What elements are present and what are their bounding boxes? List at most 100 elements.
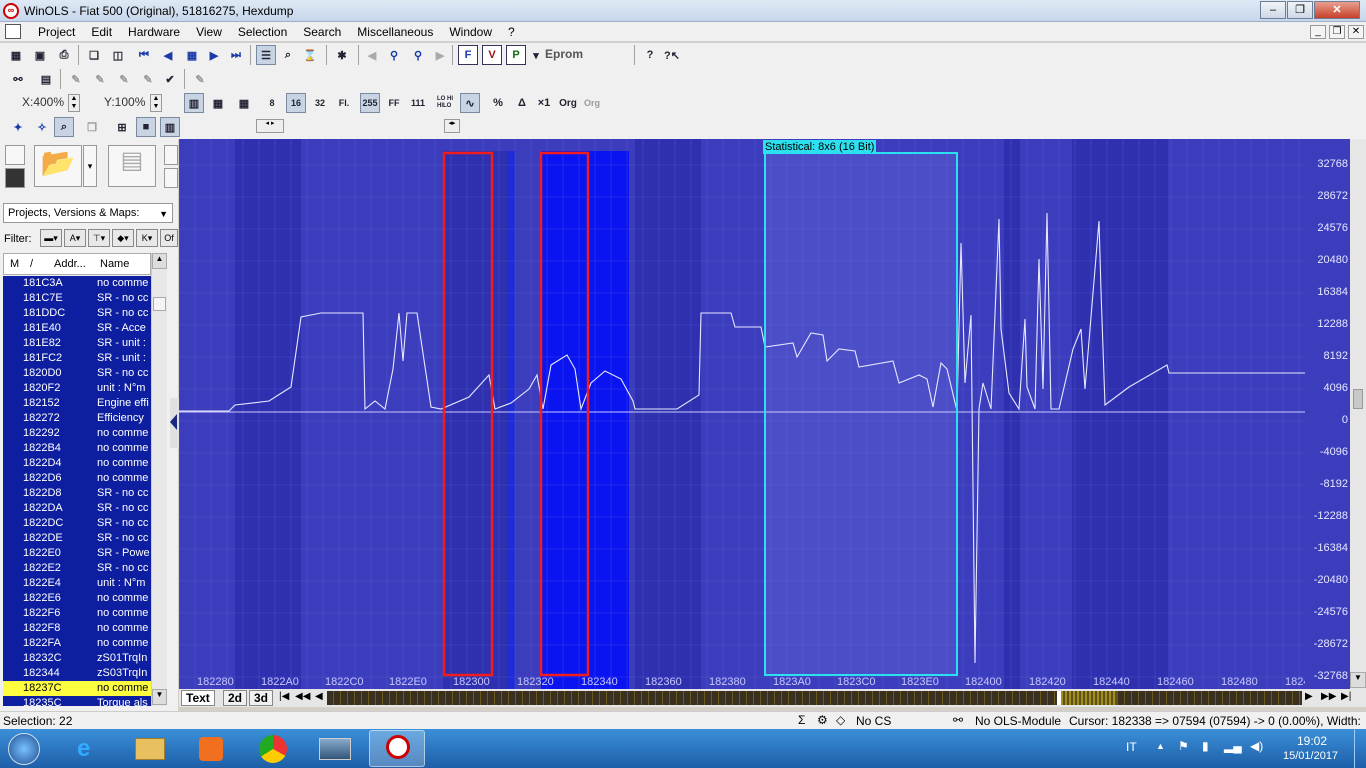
map-list-item[interactable]: 181FC2 SR - unit :: [3, 351, 151, 366]
winols-task-icon[interactable]: [369, 730, 425, 767]
map-list-item[interactable]: 18237C no comme: [3, 681, 151, 696]
map-list-item[interactable]: 182344 zS03TrqIn: [3, 666, 151, 681]
map-list-item[interactable]: 181DDC SR - no cc: [3, 306, 151, 321]
hexdump-graph[interactable]: [179, 139, 1305, 689]
mdi-minimize-button[interactable]: _: [1310, 25, 1326, 39]
map-list-item[interactable]: 1822DC SR - no cc: [3, 516, 151, 531]
delta-icon[interactable]: Δ: [512, 93, 532, 113]
map-list-item[interactable]: 1822F8 no comme: [3, 621, 151, 636]
map-list-item[interactable]: 1822E0 SR - Powe: [3, 546, 151, 561]
filter-kk-button[interactable]: K▾: [136, 229, 158, 247]
chevron-down-icon[interactable]: ▾: [526, 45, 546, 65]
back-icon[interactable]: ◀: [362, 45, 382, 65]
list-view-icon[interactable]: ☰: [256, 45, 276, 65]
width-16-button[interactable]: 16: [286, 93, 306, 113]
filter-off-button[interactable]: Of: [160, 229, 178, 247]
hex-button[interactable]: FF: [384, 93, 404, 113]
grid-icon[interactable]: ▦: [182, 45, 202, 65]
filter-all-button[interactable]: ▬▾: [40, 229, 62, 247]
magic-icon[interactable]: ✧: [32, 117, 52, 137]
context-help-icon[interactable]: ?↖: [662, 45, 682, 65]
map-list-item[interactable]: 1822FA no comme: [3, 636, 151, 651]
row-spinner[interactable]: ◂▸: [444, 119, 460, 133]
search-prev-icon[interactable]: ⚲: [384, 45, 404, 65]
print-icon[interactable]: ⎙: [54, 45, 74, 65]
mdi-close-button[interactable]: ✕: [1348, 25, 1364, 39]
file-f-icon[interactable]: F: [458, 45, 478, 65]
hilo-button[interactable]: LO HI HILO: [436, 93, 458, 113]
map-list-item[interactable]: 181E40 SR - Acce: [3, 321, 151, 336]
map-list-scrollbar[interactable]: ▲ ▼: [151, 253, 167, 706]
tab-3d[interactable]: 3d: [249, 690, 274, 706]
winols-logo-icon[interactable]: ∞: [3, 3, 19, 19]
map-list-item[interactable]: 1822B4 no comme: [3, 441, 151, 456]
grid-view-icon[interactable]: ▦: [234, 93, 254, 113]
projects-combo[interactable]: Projects, Versions & Maps: ▼: [3, 203, 173, 223]
map-list-item[interactable]: 1822E2 SR - no cc: [3, 561, 151, 576]
y-zoom[interactable]: Y:100%: [104, 95, 145, 109]
collapse-arrow-icon[interactable]: [170, 414, 177, 430]
save-icon[interactable]: ▣: [30, 45, 50, 65]
filter-type-button[interactable]: ⊤▾: [88, 229, 110, 247]
vertical-scrollbar[interactable]: ▼: [1350, 139, 1366, 689]
chrome-icon[interactable]: [245, 730, 301, 767]
verify-icon[interactable]: ✎: [114, 69, 134, 89]
color-map-icon[interactable]: ■: [136, 117, 156, 137]
media-player-icon[interactable]: [183, 730, 239, 767]
col-addr[interactable]: Addr...: [48, 258, 94, 270]
forward-icon[interactable]: ▶: [430, 45, 450, 65]
scroll-forward-icon[interactable]: ▶: [1305, 691, 1313, 702]
filter-text-button[interactable]: A▾: [64, 229, 86, 247]
image-viewer-icon[interactable]: [307, 730, 363, 767]
open-project-icon[interactable]: 📂: [34, 145, 82, 187]
diamond-icon[interactable]: ◇: [836, 713, 845, 727]
col-sort[interactable]: /: [24, 258, 48, 270]
map-list-item[interactable]: 182152 Engine effi: [3, 396, 151, 411]
menu-item[interactable]: ?: [500, 25, 523, 39]
menu-item[interactable]: Edit: [83, 25, 120, 39]
width-8-button[interactable]: 8: [262, 93, 282, 113]
table-view-icon[interactable]: ▦: [208, 93, 228, 113]
tab-2d[interactable]: 2d: [223, 690, 248, 706]
map-list-item[interactable]: 182292 no comme: [3, 426, 151, 441]
window-new-icon[interactable]: ❏: [84, 45, 104, 65]
previous-icon[interactable]: ◀: [158, 45, 178, 65]
bars-icon[interactable]: ▥: [160, 117, 180, 137]
first-icon[interactable]: ⏮: [134, 45, 154, 65]
org-button[interactable]: Org: [558, 93, 578, 113]
panel-option2-icon[interactable]: [164, 168, 178, 188]
write-icon[interactable]: ✎: [90, 69, 110, 89]
overview-scrollbar[interactable]: [327, 691, 1302, 705]
map-list-item[interactable]: 181C3A no comme: [3, 276, 151, 291]
clock-time[interactable]: 19:02: [1297, 734, 1327, 748]
help-icon[interactable]: ?: [640, 45, 660, 65]
y-zoom-spinner[interactable]: ▲ ▼: [150, 94, 162, 112]
scroll-fast-back-icon[interactable]: ◀◀: [295, 691, 310, 702]
map-list-item[interactable]: 1822E4 unit : N°m: [3, 576, 151, 591]
search-next-icon[interactable]: ⚲: [408, 45, 428, 65]
erase-icon[interactable]: ✎: [138, 69, 158, 89]
scroll-last-icon[interactable]: ▶|: [1341, 691, 1351, 702]
signal-icon[interactable]: ▂▄: [1224, 739, 1242, 753]
graph-view-icon[interactable]: ∿: [460, 93, 480, 113]
restore-button[interactable]: ❐: [1287, 1, 1313, 19]
scroll-first-icon[interactable]: |◀: [279, 691, 289, 702]
language-indicator[interactable]: IT: [1126, 740, 1137, 754]
compare-icon[interactable]: ◫: [108, 45, 128, 65]
scroll-fast-forward-icon[interactable]: ▶▶: [1321, 691, 1336, 702]
hourglass-icon[interactable]: ⌛: [300, 45, 320, 65]
x-zoom[interactable]: X:400%: [22, 95, 64, 109]
multiply-icon[interactable]: ×1: [534, 93, 554, 113]
map-list-item[interactable]: 1822DE SR - no cc: [3, 531, 151, 546]
show-desktop-button[interactable]: [1354, 729, 1366, 768]
last-icon[interactable]: ⏭: [226, 45, 246, 65]
menu-item[interactable]: Selection: [230, 25, 295, 39]
scroll-back-icon[interactable]: ◀: [315, 691, 323, 702]
minimize-button[interactable]: –: [1260, 1, 1286, 19]
network-icon[interactable]: ⚑: [1178, 739, 1189, 753]
x-zoom-spinner[interactable]: ▲ ▼: [68, 94, 80, 112]
file-v-icon[interactable]: V: [482, 45, 502, 65]
menu-item[interactable]: Project: [30, 25, 83, 39]
eprom-label[interactable]: Eprom: [545, 47, 583, 61]
map-list-item[interactable]: 1822D4 no comme: [3, 456, 151, 471]
